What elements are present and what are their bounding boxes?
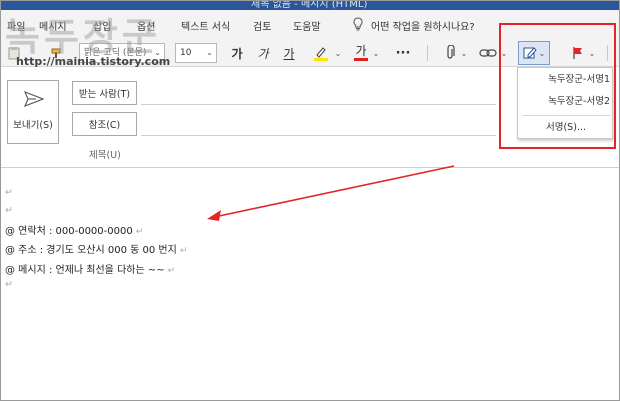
watermark-title: 녹두장군 — [5, 14, 161, 59]
outlook-compose-window: 제목 없음 - 메시지 (HTML) 파일 메시지 삽입 옵션 텍스트 서식 검… — [0, 0, 620, 401]
watermark-url: http://mainia.tistory.com — [16, 55, 171, 68]
